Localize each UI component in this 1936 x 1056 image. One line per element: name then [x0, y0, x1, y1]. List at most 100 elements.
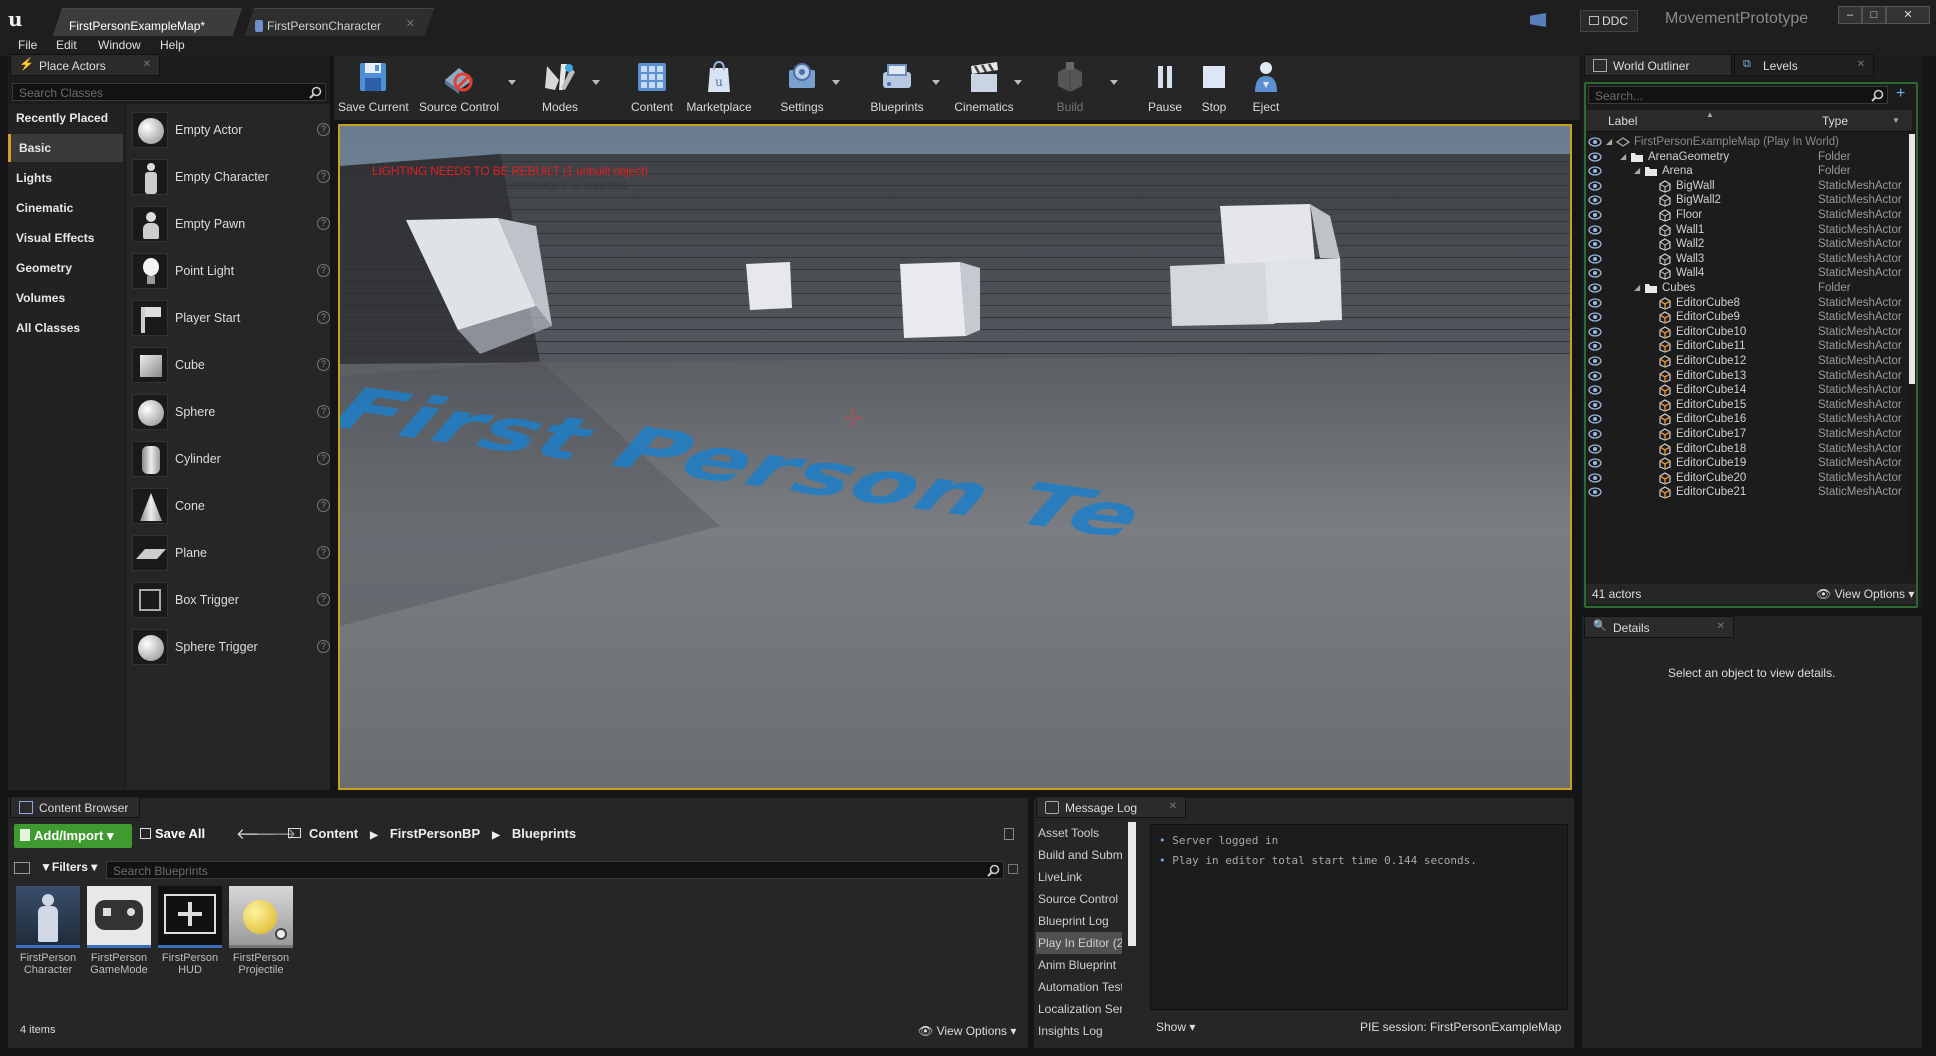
label-column-header[interactable]: Label: [1608, 114, 1637, 128]
save-current-button[interactable]: Save Current: [338, 56, 409, 116]
message-category-item[interactable]: Source Control: [1036, 888, 1122, 910]
chevron-down-icon[interactable]: [592, 80, 600, 85]
feedback-icon[interactable]: [1530, 13, 1546, 27]
visibility-eye-icon[interactable]: [1588, 400, 1602, 410]
pause-button[interactable]: Pause: [1140, 56, 1190, 116]
visibility-eye-icon[interactable]: [1588, 473, 1602, 483]
type-column-header[interactable]: Type: [1822, 114, 1848, 128]
menu-edit[interactable]: Edit: [56, 38, 77, 52]
show-filter-button[interactable]: Show ▾: [1156, 1020, 1195, 1034]
help-icon[interactable]: ?: [317, 593, 330, 606]
category-cinematic[interactable]: Cinematic: [8, 194, 123, 222]
help-icon[interactable]: ?: [317, 640, 330, 653]
cinematics-button[interactable]: Cinematics: [946, 56, 1022, 116]
stop-button[interactable]: Stop: [1192, 56, 1236, 116]
close-window-button[interactable]: ✕: [1886, 6, 1930, 24]
settings-button[interactable]: Settings: [774, 56, 830, 116]
outliner-search-input[interactable]: Search...: [1588, 86, 1888, 104]
close-icon[interactable]: ✕: [1717, 621, 1725, 632]
actor-item-empty-actor[interactable]: Empty Actor?: [128, 108, 330, 154]
visibility-eye-icon[interactable]: [1588, 254, 1602, 264]
visibility-eye-icon[interactable]: [1588, 137, 1602, 147]
message-category-item[interactable]: Localization Service: [1036, 998, 1122, 1020]
modes-button[interactable]: Modes: [530, 56, 590, 116]
menu-window[interactable]: Window: [98, 38, 141, 52]
chevron-down-icon[interactable]: [1110, 80, 1118, 85]
message-category-item[interactable]: Build and Submit: [1036, 844, 1122, 866]
expand-arrow-icon[interactable]: ◢: [1620, 152, 1626, 161]
visibility-eye-icon[interactable]: [1588, 268, 1602, 279]
visibility-eye-icon[interactable]: [1588, 385, 1602, 395]
help-icon[interactable]: ?: [317, 546, 330, 559]
visibility-eye-icon[interactable]: [1588, 151, 1602, 162]
content-view-options[interactable]: 👁 View Options ▾: [918, 1024, 1016, 1038]
menu-file[interactable]: File: [18, 38, 37, 52]
asset-firstpersoncharacter[interactable]: FirstPerson Character: [16, 886, 80, 976]
visibility-eye-icon[interactable]: [1588, 166, 1602, 176]
category-geometry[interactable]: Geometry: [8, 254, 123, 282]
add-actor-icon[interactable]: +: [1896, 86, 1914, 104]
chevron-down-icon[interactable]: [508, 80, 516, 85]
visibility-eye-icon[interactable]: [1588, 341, 1602, 352]
sources-toggle-icon[interactable]: [14, 862, 30, 874]
chevron-down-icon[interactable]: [932, 80, 940, 85]
category-all-classes[interactable]: All Classes: [8, 314, 123, 342]
save-all-button[interactable]: Save All: [140, 826, 205, 841]
breadcrumb-content[interactable]: Content: [309, 826, 358, 841]
visibility-eye-icon[interactable]: [1588, 224, 1602, 235]
close-icon[interactable]: ✕: [143, 59, 151, 70]
add-import-button[interactable]: Add/Import ▾: [14, 824, 132, 848]
actor-item-sphere-trigger[interactable]: Sphere Trigger?: [128, 625, 330, 671]
visibility-eye-icon[interactable]: [1588, 414, 1602, 425]
visibility-eye-icon[interactable]: [1588, 458, 1602, 468]
visibility-eye-icon[interactable]: [1588, 443, 1602, 454]
message-category-item[interactable]: Anim Blueprint: [1036, 954, 1122, 976]
build-button[interactable]: Build: [1040, 56, 1100, 116]
content-button[interactable]: Content: [624, 56, 680, 116]
help-icon[interactable]: ?: [317, 217, 330, 230]
visibility-eye-icon[interactable]: [1588, 327, 1602, 337]
category-volumes[interactable]: Volumes: [8, 284, 123, 312]
message-category-item[interactable]: Insights Log: [1036, 1020, 1122, 1042]
expand-arrow-icon[interactable]: ◢: [1634, 283, 1640, 292]
chevron-down-icon[interactable]: [1014, 80, 1022, 85]
tab-content-browser[interactable]: Content Browser: [10, 796, 140, 818]
breadcrumb-firstpersonbp[interactable]: FirstPersonBP: [390, 826, 480, 841]
close-icon[interactable]: ✕: [1857, 59, 1865, 70]
expand-arrow-icon[interactable]: ◢: [1634, 166, 1640, 175]
close-icon[interactable]: ✕: [406, 17, 415, 30]
visibility-eye-icon[interactable]: [1588, 297, 1602, 308]
level-viewport[interactable]: First Person Te LIGHTING NEEDS TO BE REB…: [338, 124, 1572, 790]
maximize-button[interactable]: □: [1862, 6, 1886, 24]
message-category-item[interactable]: Blueprint Log: [1036, 910, 1122, 932]
asset-firstpersonprojectile[interactable]: FirstPerson Projectile: [229, 886, 293, 976]
column-options-icon[interactable]: ▼: [1892, 116, 1900, 125]
eject-button[interactable]: Eject: [1242, 56, 1290, 116]
help-icon[interactable]: ?: [317, 170, 330, 183]
actor-item-cone[interactable]: Cone?: [128, 484, 330, 530]
visibility-eye-icon[interactable]: [1588, 181, 1602, 191]
outliner-scrollbar-thumb[interactable]: [1909, 134, 1915, 384]
tab-details[interactable]: 🔍 Details ✕: [1584, 616, 1734, 638]
pie-session-dropdown[interactable]: PIE session: FirstPersonExampleMap ▾: [1360, 1020, 1564, 1034]
chevron-down-icon[interactable]: [832, 80, 840, 85]
category-lights[interactable]: Lights: [8, 164, 123, 192]
visibility-eye-icon[interactable]: [1588, 195, 1602, 206]
menu-help[interactable]: Help: [160, 38, 185, 52]
help-icon[interactable]: ?: [317, 452, 330, 465]
blueprints-button[interactable]: Blueprints: [864, 56, 930, 116]
category-visual-effects[interactable]: Visual Effects: [8, 224, 123, 252]
minimize-button[interactable]: –: [1838, 6, 1862, 24]
marketplace-button[interactable]: u Marketplace: [684, 56, 754, 116]
breadcrumb-blueprints[interactable]: Blueprints: [512, 826, 576, 841]
help-icon[interactable]: ?: [317, 358, 330, 371]
asset-firstpersongamemode[interactable]: FirstPerson GameMode: [87, 886, 151, 976]
visibility-eye-icon[interactable]: [1588, 370, 1602, 381]
visibility-eye-icon[interactable]: [1588, 283, 1602, 293]
actor-item-sphere[interactable]: Sphere?: [128, 390, 330, 436]
actor-item-empty-pawn[interactable]: Empty Pawn?: [128, 202, 330, 248]
outliner-row[interactable]: EditorCube21 StaticMeshActor: [1586, 484, 1916, 502]
help-icon[interactable]: ?: [317, 405, 330, 418]
tab-message-log[interactable]: Message Log ✕: [1036, 796, 1186, 818]
actor-item-cylinder[interactable]: Cylinder?: [128, 437, 330, 483]
